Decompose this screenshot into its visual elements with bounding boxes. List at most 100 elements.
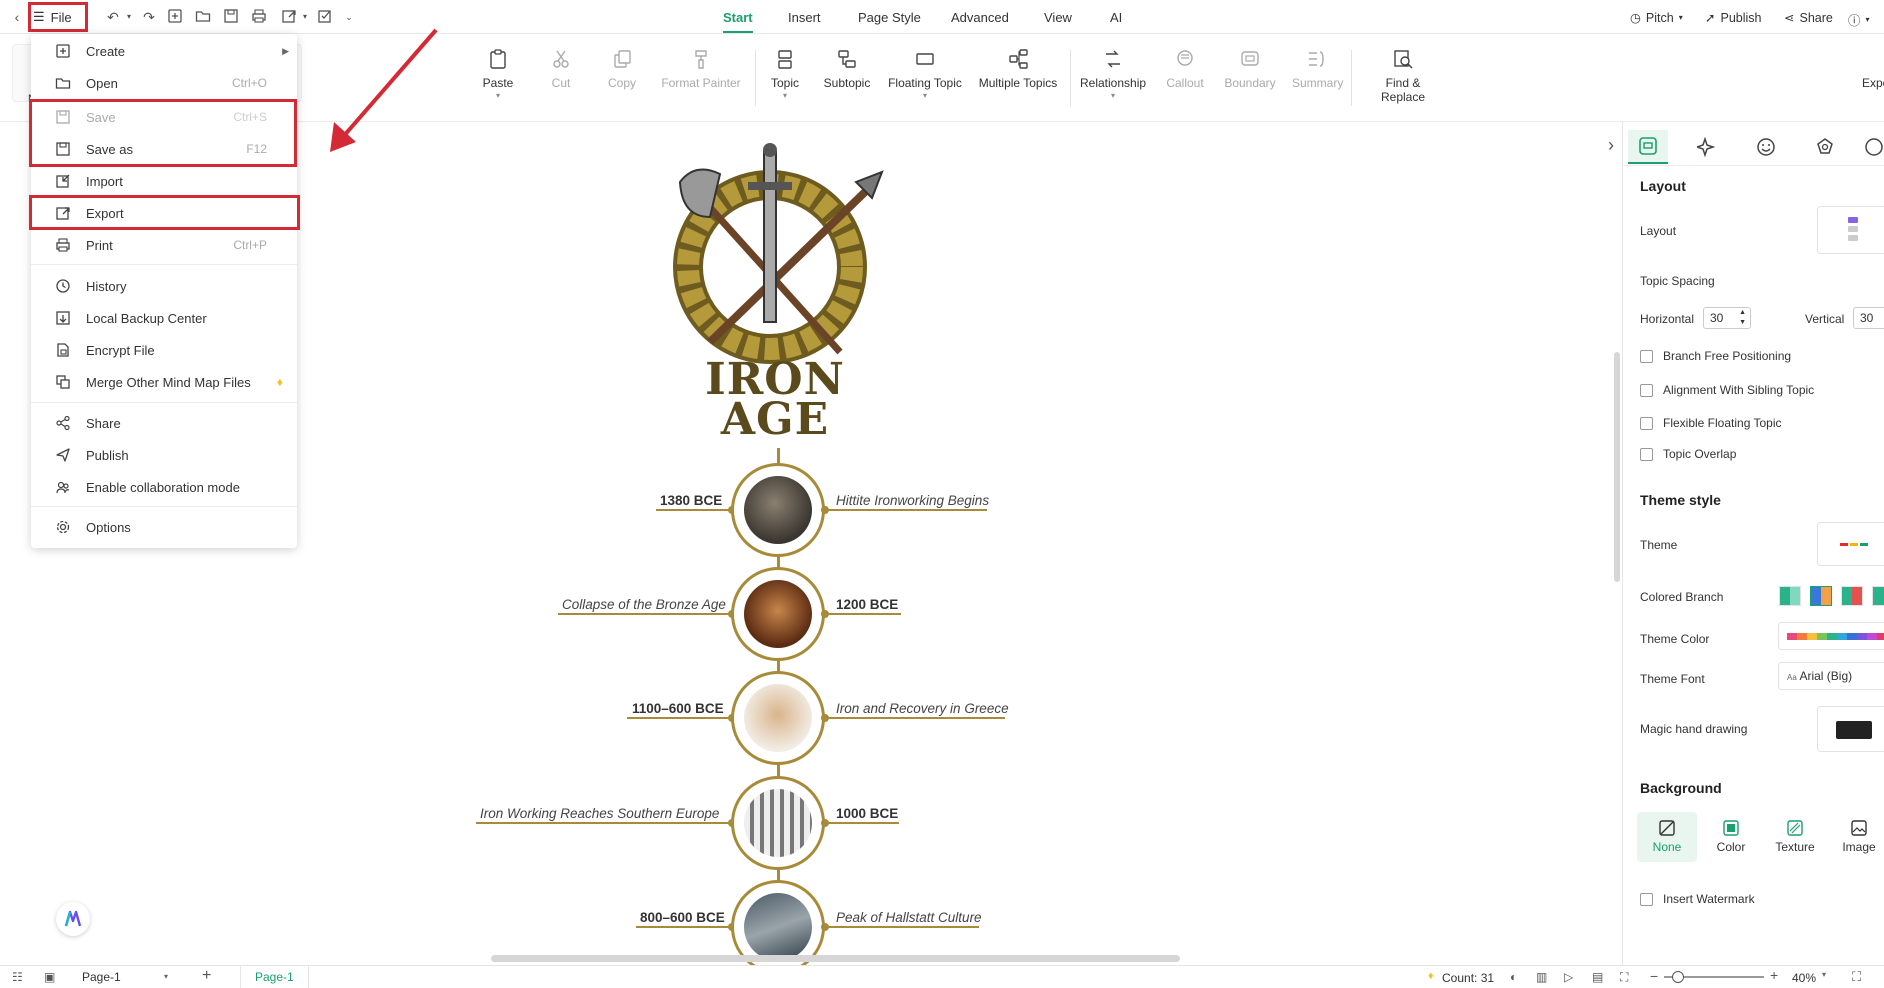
tab-start[interactable]: Start: [723, 10, 753, 33]
more-icon[interactable]: ⌄: [340, 8, 358, 26]
publish-button[interactable]: ➚ Publish: [1705, 10, 1761, 26]
tab-ai[interactable]: AI: [1110, 10, 1122, 25]
print-icon[interactable]: [250, 8, 268, 26]
play-icon[interactable]: ▷: [1564, 970, 1573, 984]
chevron-down-icon[interactable]: ▾: [296, 8, 314, 26]
flexible-floating-checkbox[interactable]: Flexible Floating Topic: [1640, 416, 1782, 430]
vertical-spacing-input[interactable]: 30: [1853, 307, 1884, 329]
tab-ai-style[interactable]: [1687, 130, 1727, 164]
back-icon[interactable]: ‹: [12, 8, 22, 26]
horizontal-spacing-input[interactable]: 30 ▲ ▼: [1703, 307, 1751, 329]
bg-color-button[interactable]: Color: [1701, 812, 1761, 862]
relationship-button[interactable]: Relationship ▾: [1080, 48, 1146, 100]
timeline-node[interactable]: [731, 776, 825, 870]
callout-button[interactable]: Callout: [1165, 48, 1205, 90]
tab-advanced[interactable]: Advanced: [951, 10, 1009, 25]
tab-view[interactable]: View: [1044, 10, 1072, 25]
open-folder-icon[interactable]: [194, 8, 212, 26]
timeline-date[interactable]: 1000 BCE: [836, 806, 898, 821]
theme-selector[interactable]: [1817, 522, 1884, 566]
tab-page-style[interactable]: Page Style: [858, 10, 921, 25]
boundary-button[interactable]: Boundary: [1224, 48, 1276, 90]
timeline-event[interactable]: Collapse of the Bronze Age: [562, 597, 726, 612]
export-ribbon-button[interactable]: Expo: [1862, 48, 1884, 90]
theme-color-selector[interactable]: [1778, 622, 1884, 650]
paste-button[interactable]: Paste ▾: [480, 48, 516, 100]
help-button[interactable]: ⓘ ▾: [1848, 10, 1870, 29]
menu-item-history[interactable]: History: [31, 271, 297, 301]
magic-hand-selector[interactable]: [1817, 706, 1884, 752]
collapse-panel-button[interactable]: ›: [1600, 135, 1622, 161]
stepper-icon[interactable]: ▲ ▼: [1739, 308, 1746, 328]
outline-icon[interactable]: ☷: [12, 970, 23, 984]
tab-layout-style[interactable]: [1628, 130, 1668, 164]
zoom-slider[interactable]: [1664, 971, 1764, 983]
bg-image-button[interactable]: Image: [1829, 812, 1884, 862]
menu-item-create[interactable]: Create ▶: [31, 36, 297, 66]
timeline-node[interactable]: [731, 463, 825, 557]
watermark-checkbox[interactable]: Insert Watermark: [1640, 892, 1755, 906]
colored-branch-option[interactable]: [1810, 586, 1832, 606]
page-panel-icon[interactable]: ▣: [44, 970, 55, 984]
chevron-down-icon[interactable]: ▾: [120, 8, 138, 26]
vertical-scrollbar[interactable]: [1614, 352, 1620, 582]
book-icon[interactable]: ▥: [1536, 970, 1547, 984]
topic-overlap-checkbox[interactable]: Topic Overlap: [1640, 447, 1736, 461]
menu-item-collaboration[interactable]: Enable collaboration mode: [31, 472, 297, 502]
pitch-button[interactable]: ◷ Pitch ▾: [1630, 10, 1683, 26]
layout-selector[interactable]: [1817, 206, 1884, 254]
timeline-event[interactable]: Hittite Ironworking Begins: [836, 493, 989, 508]
colored-branch-option[interactable]: [1841, 586, 1863, 606]
tab-theme[interactable]: [1805, 130, 1845, 164]
timeline-event[interactable]: Iron Working Reaches Southern Europe: [480, 806, 719, 821]
colored-branch-option[interactable]: [1872, 586, 1884, 606]
theme-toggle-icon[interactable]: ◐: [1510, 970, 1517, 984]
tab-insert[interactable]: Insert: [788, 10, 821, 25]
new-file-icon[interactable]: [166, 8, 184, 26]
topic-button[interactable]: Topic ▾: [770, 48, 800, 100]
zoom-level[interactable]: 40%: [1792, 971, 1816, 985]
page-tab[interactable]: Page-1: [240, 966, 309, 988]
menu-item-encrypt[interactable]: Encrypt File: [31, 335, 297, 365]
alignment-checkbox[interactable]: Alignment With Sibling Topic: [1640, 383, 1814, 397]
menu-item-share[interactable]: Share: [31, 408, 297, 438]
fullscreen-icon[interactable]: ⛶: [1852, 969, 1861, 985]
add-page-icon[interactable]: +: [202, 967, 211, 985]
timeline-date[interactable]: 1100–600 BCE: [632, 701, 724, 716]
timeline-date[interactable]: 1380 BCE: [660, 493, 722, 508]
zoom-slider-handle[interactable]: [1672, 971, 1684, 983]
redo-icon[interactable]: ↷: [140, 8, 158, 26]
colored-branch-option[interactable]: [1779, 586, 1801, 606]
subtopic-button[interactable]: Subtopic: [822, 48, 872, 90]
task-icon[interactable]: [316, 8, 334, 26]
slide-icon[interactable]: ▤: [1592, 970, 1603, 984]
menu-item-open[interactable]: Open Ctrl+O: [31, 68, 297, 98]
summary-button[interactable]: Summary: [1292, 48, 1343, 90]
floating-topic-button[interactable]: Floating Topic ▾: [887, 48, 963, 100]
copy-button[interactable]: Copy: [607, 48, 637, 90]
menu-item-publish[interactable]: Publish: [31, 440, 297, 470]
find-replace-button[interactable]: Find & Replace: [1363, 48, 1443, 104]
tab-more[interactable]: [1864, 130, 1884, 164]
theme-font-select[interactable]: Aa Arial (Big): [1778, 662, 1884, 690]
timeline-date[interactable]: 1200 BCE: [836, 597, 898, 612]
menu-item-local-backup[interactable]: Local Backup Center: [31, 303, 297, 333]
ai-assistant-button[interactable]: [56, 902, 90, 936]
menu-item-print[interactable]: Print Ctrl+P: [31, 230, 297, 260]
timeline-node[interactable]: [731, 567, 825, 661]
page-select[interactable]: Page-1 ▾: [72, 968, 172, 986]
fit-icon[interactable]: ⛶: [1620, 970, 1628, 985]
bg-none-button[interactable]: None: [1637, 812, 1697, 862]
bg-texture-button[interactable]: Texture: [1765, 812, 1825, 862]
save-icon[interactable]: [222, 8, 240, 26]
horizontal-scrollbar[interactable]: [491, 955, 1180, 962]
multiple-topics-button[interactable]: Multiple Topics: [977, 48, 1059, 90]
timeline-node[interactable]: [731, 671, 825, 765]
menu-item-import[interactable]: Import: [31, 166, 297, 196]
share-button[interactable]: ⋖ Share: [1784, 10, 1833, 26]
timeline-date[interactable]: 800–600 BCE: [640, 910, 725, 925]
timeline-event[interactable]: Iron and Recovery in Greece: [836, 701, 1009, 716]
cut-button[interactable]: Cut: [548, 48, 574, 90]
branch-free-checkbox[interactable]: Branch Free Positioning: [1640, 349, 1791, 363]
zoom-in-icon[interactable]: +: [1770, 967, 1778, 983]
